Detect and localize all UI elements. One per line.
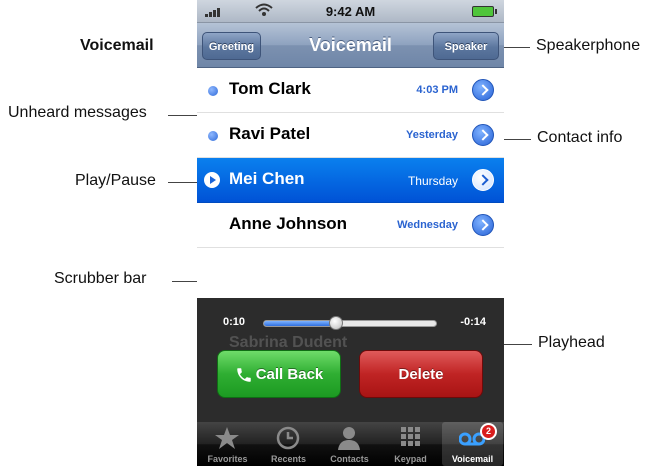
scrubber-bar[interactable] (263, 320, 437, 327)
tab-label: Contacts (330, 454, 369, 464)
tab-label: Keypad (394, 454, 427, 464)
contact-info-icon[interactable] (472, 124, 494, 146)
message-time: Wednesday (397, 219, 458, 231)
callout-play-pause: Play/Pause (75, 172, 156, 189)
status-bar: 9:42 AM (197, 0, 504, 23)
voicemail-count-badge: 2 (480, 423, 497, 440)
contact-info-icon[interactable] (472, 79, 494, 101)
contact-info-icon[interactable] (472, 169, 494, 191)
scrubber-progress (264, 321, 337, 326)
callout-contact-info: Contact info (537, 129, 623, 146)
call-back-label: Call Back (255, 366, 324, 383)
callout-unheard-messages: Unheard messages (8, 104, 147, 121)
leader-unheard (168, 115, 198, 116)
voicemail-list: Tom Clark 4:03 PM Ravi Patel Yesterday M… (197, 68, 504, 248)
list-item-selected[interactable]: Mei Chen Thursday (197, 158, 504, 203)
caller-name: Tom Clark (229, 79, 311, 98)
caller-name: Mei Chen (229, 169, 305, 188)
navigation-bar: Greeting Voicemail Speaker (197, 23, 504, 68)
call-back-button[interactable]: Call Back (217, 350, 341, 398)
delete-button[interactable]: Delete (359, 350, 483, 398)
tab-label: Recents (270, 454, 306, 464)
tab-favorites[interactable]: Favorites (197, 422, 258, 466)
tab-label: Voicemail (451, 454, 494, 464)
message-time: 4:03 PM (416, 84, 458, 96)
list-item[interactable]: Tom Clark 4:03 PM (197, 68, 504, 113)
status-time: 9:42 AM (325, 4, 376, 19)
play-pause-icon[interactable] (204, 172, 220, 188)
phone-screen: 9:42 AM Greeting Voicemail Speaker Tom C… (197, 0, 504, 466)
message-time: Yesterday (406, 129, 458, 141)
playhead[interactable] (329, 316, 344, 330)
tab-bar: Favorites Recents Contacts Keypad 2 Voic… (197, 422, 504, 466)
tab-voicemail[interactable]: 2 Voicemail (442, 422, 503, 466)
clock-icon (276, 426, 300, 450)
playback-panel: Sabrina Dudent 0:10 -0:14 Call Back Dele… (197, 298, 504, 422)
tab-contacts[interactable]: Contacts (319, 422, 380, 466)
caller-name: Anne Johnson (229, 214, 348, 233)
tab-recents[interactable]: Recents (258, 422, 319, 466)
remaining-time: -0:14 (460, 316, 486, 328)
unheard-dot-icon (208, 131, 218, 141)
callout-scrubber-bar: Scrubber bar (54, 270, 147, 287)
leader-speakerphone (500, 47, 530, 48)
tab-label: Favorites (207, 454, 248, 464)
tab-keypad[interactable]: Keypad (380, 422, 441, 466)
battery-icon (472, 6, 497, 17)
star-icon (215, 427, 239, 449)
keypad-icon (401, 427, 420, 446)
person-icon (338, 427, 360, 450)
list-item[interactable]: Anne Johnson Wednesday (197, 203, 504, 248)
callout-playhead: Playhead (538, 334, 605, 351)
contact-info-icon[interactable] (472, 214, 494, 236)
phone-icon (236, 368, 251, 382)
elapsed-time: 0:10 (223, 316, 246, 328)
list-item[interactable]: Ravi Patel Yesterday (197, 113, 504, 158)
speaker-button[interactable]: Speaker (433, 32, 499, 60)
caller-name: Ravi Patel (229, 124, 311, 143)
message-time: Thursday (407, 174, 458, 188)
unheard-dot-icon (208, 86, 218, 96)
callout-voicemail: Voicemail (80, 37, 154, 54)
callout-speakerphone: Speakerphone (536, 37, 641, 54)
